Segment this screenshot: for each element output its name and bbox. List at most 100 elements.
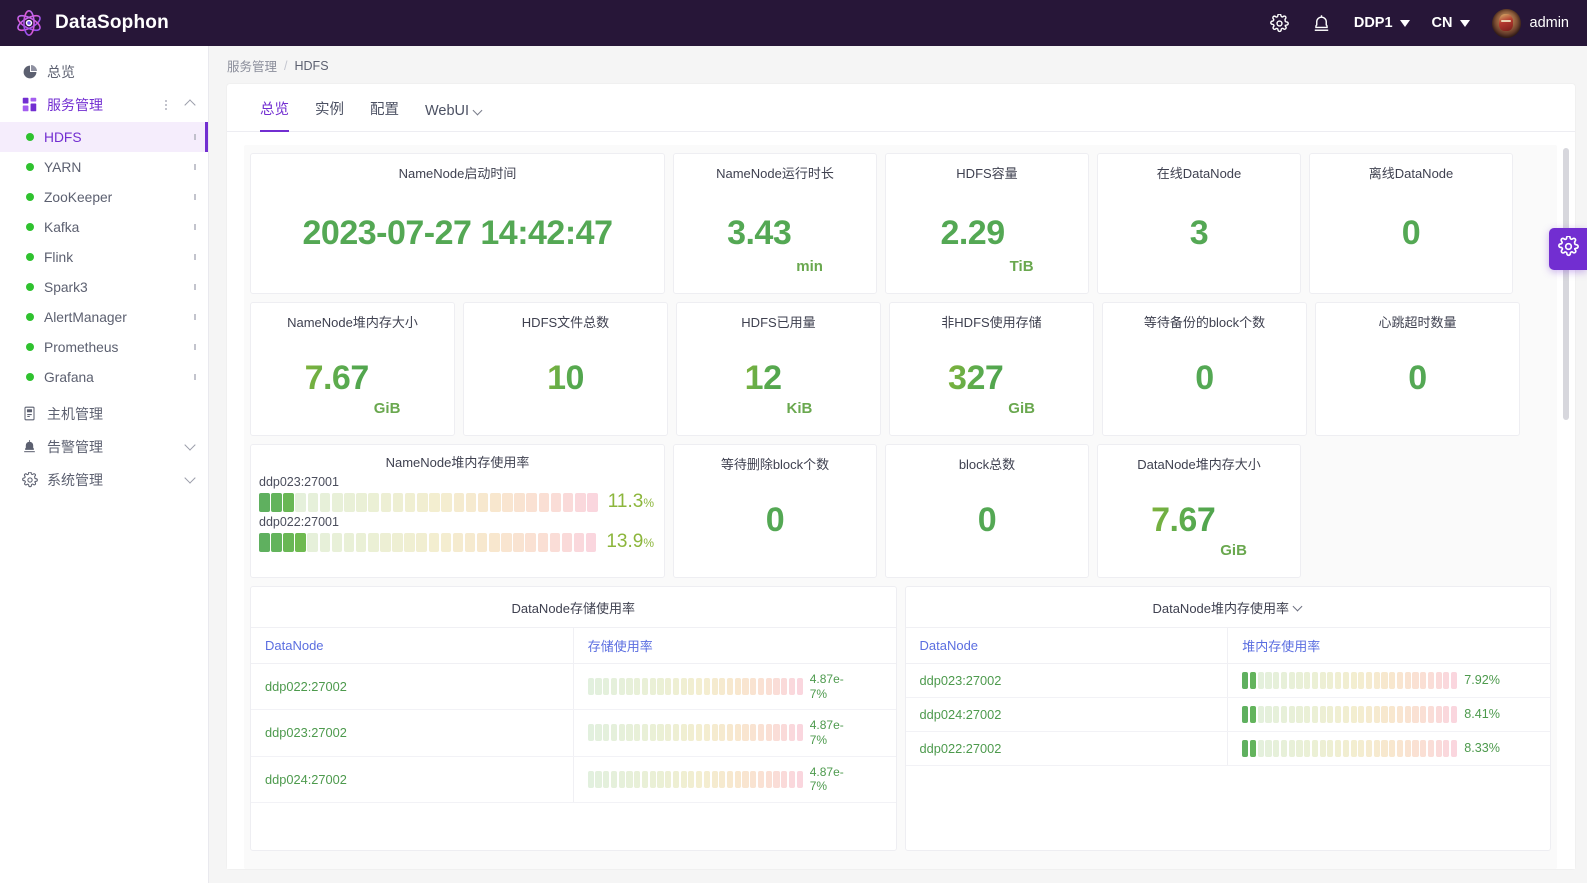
settings-fab-button[interactable] xyxy=(1549,228,1587,270)
gauge-percent: 13.9% xyxy=(606,531,654,553)
table-row[interactable]: ddp024:27002 8.41% xyxy=(905,697,1550,732)
breadcrumb-parent[interactable]: 服务管理 xyxy=(227,56,277,75)
chevron-up-icon[interactable] xyxy=(185,99,196,110)
sidebar-item-spark3[interactable]: Spark3 xyxy=(0,272,208,302)
col-header-heap-usage[interactable]: 堆内存使用率 xyxy=(1227,627,1550,664)
gauge-row: ddp022:27001 13.9% xyxy=(259,515,654,553)
overview-content: NameNode启动时间 2023-07-27 14:42:47 NameNod… xyxy=(244,145,1557,869)
brand[interactable]: DataSophon xyxy=(14,8,169,38)
gauge-segment xyxy=(1265,740,1272,757)
more-options-icon[interactable] xyxy=(160,99,172,110)
metric-card-hdfs-file-count: HDFS文件总数 10 xyxy=(463,302,668,436)
tab-webui[interactable]: WebUI xyxy=(412,89,496,131)
gauge-segment xyxy=(344,492,355,512)
sidebar-item-hdfs[interactable]: HDFS xyxy=(0,122,208,152)
sidebar-item-alert-mgmt[interactable]: 告警管理 xyxy=(0,430,208,463)
language-selector[interactable]: CN xyxy=(1432,15,1470,31)
gauge-segment xyxy=(1420,740,1427,757)
more-options-icon[interactable] xyxy=(194,314,196,320)
gauge-segment xyxy=(404,532,415,552)
gauge-segment xyxy=(796,678,803,696)
more-options-icon[interactable] xyxy=(194,164,196,170)
sidebar-item-overview[interactable]: 总览 xyxy=(0,55,208,88)
chevron-down-icon xyxy=(474,107,483,116)
table-row[interactable]: ddp022:27002 8.33% xyxy=(905,731,1550,766)
col-header-datanode[interactable]: DataNode xyxy=(251,627,574,664)
sidebar-item-zookeeper[interactable]: ZooKeeper xyxy=(0,182,208,212)
user-menu[interactable]: admin xyxy=(1491,8,1570,38)
sidebar-item-alertmanager[interactable]: AlertManager xyxy=(0,302,208,332)
gauge-segment xyxy=(610,770,618,788)
gauge-segment xyxy=(1296,706,1303,723)
chevron-down-icon[interactable] xyxy=(185,474,196,485)
gauge-segment xyxy=(1381,740,1388,757)
metric-title: NameNode运行时长 xyxy=(716,166,834,181)
user-name: admin xyxy=(1529,15,1570,31)
more-options-icon[interactable] xyxy=(194,344,196,350)
col-header-datanode[interactable]: DataNode xyxy=(905,627,1228,664)
gauge-segment xyxy=(1280,740,1288,757)
vertical-scrollbar[interactable] xyxy=(1563,148,1569,420)
table-title-text: DataNode堆内存使用率 xyxy=(1152,601,1290,616)
table-row[interactable]: ddp024:27002 4.87e-7% xyxy=(251,756,896,803)
gauge-segment xyxy=(634,770,641,788)
gauge-segment xyxy=(501,532,512,552)
cell-node: ddp024:27002 xyxy=(251,756,574,803)
table-body: ddp023:27002 7.92% ddp024:27002 8.41% dd… xyxy=(905,663,1550,766)
tab-instances[interactable]: 实例 xyxy=(302,84,357,131)
status-dot-green xyxy=(26,193,34,201)
more-options-icon[interactable] xyxy=(194,284,196,290)
gauge-segment xyxy=(680,724,687,742)
gauge-segment xyxy=(1342,706,1349,723)
table-row[interactable]: ddp022:27002 4.87e-7% xyxy=(251,663,896,711)
sidebar-label-zookeeper: ZooKeeper xyxy=(44,189,113,205)
metric-title: NameNode启动时间 xyxy=(398,166,517,181)
tab-overview[interactable]: 总览 xyxy=(247,84,302,132)
gauge-segment xyxy=(1366,672,1373,689)
sidebar-item-kafka[interactable]: Kafka xyxy=(0,212,208,242)
gauge-segment xyxy=(537,532,549,552)
more-options-icon[interactable] xyxy=(194,194,196,200)
col-header-storage-usage[interactable]: 存储使用率 xyxy=(572,627,896,664)
gauge-segment xyxy=(1381,706,1388,723)
more-options-icon[interactable] xyxy=(194,374,196,380)
status-dot-green xyxy=(26,223,34,231)
gauge-segment xyxy=(561,532,573,552)
more-options-icon[interactable] xyxy=(194,134,196,140)
gauge-line: 11.3% xyxy=(259,491,654,513)
metric-row-2: NameNode堆内存大小 7.67 GiB HDFS文件总数 10 HDFS已… xyxy=(250,302,1551,436)
sidebar-item-grafana[interactable]: Grafana xyxy=(0,362,208,392)
sidebar-item-host-mgmt[interactable]: 主机管理 xyxy=(0,397,208,430)
gauge-segment xyxy=(657,770,664,788)
sidebar-item-yarn[interactable]: YARN xyxy=(0,152,208,182)
status-dot-green xyxy=(26,343,34,351)
tab-config[interactable]: 配置 xyxy=(357,84,412,131)
more-options-icon[interactable] xyxy=(194,224,196,230)
table-row[interactable]: ddp023:27002 7.92% xyxy=(905,663,1550,698)
gauge-segment xyxy=(573,532,585,552)
sidebar-item-service-mgmt[interactable]: 服务管理 xyxy=(0,88,208,121)
metric-title: NameNode堆内存大小 xyxy=(287,315,418,330)
gauge-segment xyxy=(1265,706,1272,723)
sidebar-item-prometheus[interactable]: Prometheus xyxy=(0,332,208,362)
cell-usage: 8.33% xyxy=(1227,731,1550,766)
gauge-segment xyxy=(1396,740,1404,757)
more-options-icon[interactable] xyxy=(194,254,196,260)
metric-unit: GiB xyxy=(1008,400,1035,417)
metric-value: 0 xyxy=(765,501,785,540)
sidebar-item-system-mgmt[interactable]: 系统管理 xyxy=(0,463,208,496)
table-title[interactable]: DataNode堆内存使用率 xyxy=(906,587,1551,627)
table-row[interactable]: ddp023:27002 4.87e-7% xyxy=(251,709,896,757)
table-card-datanode-storage: DataNode存储使用率 DataNode 存储使用率 ddp022:2700… xyxy=(250,586,897,851)
metric-value-wrap: 0 xyxy=(1392,182,1430,293)
metric-card-namenode-heap-size: NameNode堆内存大小 7.67 GiB xyxy=(250,302,455,436)
alarm-bell-icon[interactable] xyxy=(1312,13,1332,33)
gauge-segment xyxy=(1311,706,1318,723)
gauge-segment xyxy=(696,678,703,696)
sidebar-item-flink[interactable]: Flink xyxy=(0,242,208,272)
gauge-segment xyxy=(525,532,536,552)
gear-icon[interactable] xyxy=(1270,13,1290,33)
status-dot-green xyxy=(26,373,34,381)
cluster-selector[interactable]: DDP1 xyxy=(1354,15,1410,31)
chevron-down-icon[interactable] xyxy=(185,441,196,452)
